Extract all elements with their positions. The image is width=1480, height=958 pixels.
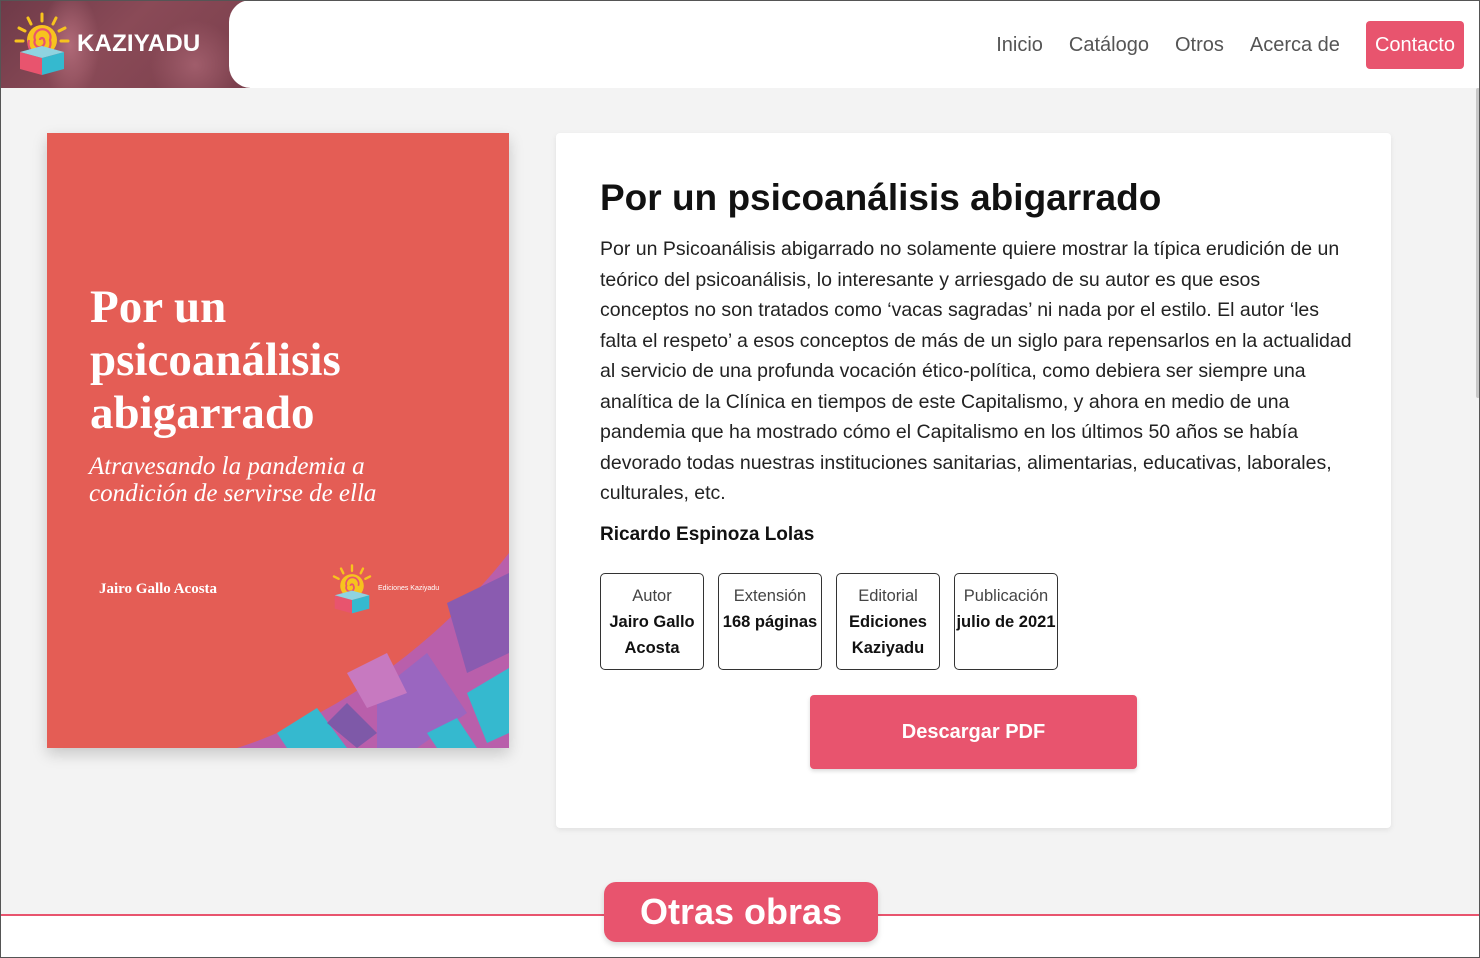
logo-sun-book-icon [14, 12, 70, 75]
nav-otros[interactable]: Otros [1175, 21, 1224, 69]
meta-value: julio de 2021 [956, 613, 1056, 631]
meta-key: Autor [632, 587, 672, 605]
page-scrollbar[interactable] [1476, 88, 1480, 398]
top-navbar: Inicio Catálogo Otros Acerca de Contacto [229, 0, 1480, 88]
review-author: Ricardo Espinoza Lolas [600, 524, 815, 545]
cover-title-line: psicoanálisis [90, 334, 341, 386]
meta-value: 168 páginas [722, 613, 818, 631]
cover-publisher-logo-icon [332, 564, 372, 614]
meta-extension: Extensión 168 páginas [718, 573, 822, 670]
book-meta-list: Autor Jairo Gallo Acosta Extensión 168 p… [600, 573, 1072, 670]
cover-author: Jairo Gallo Acosta [99, 581, 218, 597]
cover-subtitle: Atravesando la pandemia a condición de s… [89, 453, 489, 507]
cover-title-line: abigarrado [90, 387, 315, 439]
download-pdf-button[interactable]: Descargar PDF [810, 695, 1137, 769]
cover-imprint: Ediciones Kaziyadu [378, 585, 440, 592]
meta-value: Ediciones Kaziyadu [849, 613, 927, 657]
meta-value: Jairo Gallo Acosta [609, 613, 695, 657]
section-title-otras-obras: Otras obras [604, 882, 878, 942]
book-cover-image: Por un psicoanálisis abigarrado Atravesa… [47, 133, 509, 748]
book-info-card: Por un psicoanálisis abigarrado Por un P… [556, 133, 1391, 828]
meta-editorial: Editorial Ediciones Kaziyadu [836, 573, 940, 670]
meta-key: Publicación [963, 587, 1049, 605]
cover-title: Por un psicoanálisis abigarrado [90, 281, 490, 440]
nav-catalogo[interactable]: Catálogo [1069, 21, 1149, 69]
meta-publicacion: Publicación julio de 2021 [954, 573, 1058, 670]
brand-logo-link[interactable]: KAZIYADU [0, 0, 250, 88]
meta-key: Editorial [858, 587, 918, 605]
cover-decorative-shapes [237, 553, 509, 748]
cover-subtitle-line: Atravesando la pandemia a [89, 453, 365, 480]
meta-autor: Autor Jairo Gallo Acosta [600, 573, 704, 670]
nav-contacto-button[interactable]: Contacto [1365, 21, 1464, 69]
cover-subtitle-line: condición de servirse de ella [89, 480, 377, 507]
book-title: Por un psicoanálisis abigarrado [600, 177, 1162, 218]
brand-name: KAZIYADU [77, 30, 201, 57]
main-nav: Inicio Catálogo Otros Acerca de Contacto [970, 21, 1464, 69]
meta-key: Extensión [733, 587, 807, 605]
nav-inicio[interactable]: Inicio [996, 21, 1043, 69]
nav-acerca-de[interactable]: Acerca de [1250, 21, 1340, 69]
book-description: Por un Psicoanálisis abigarrado no solam… [600, 238, 1352, 504]
cover-title-line: Por un [90, 281, 227, 333]
